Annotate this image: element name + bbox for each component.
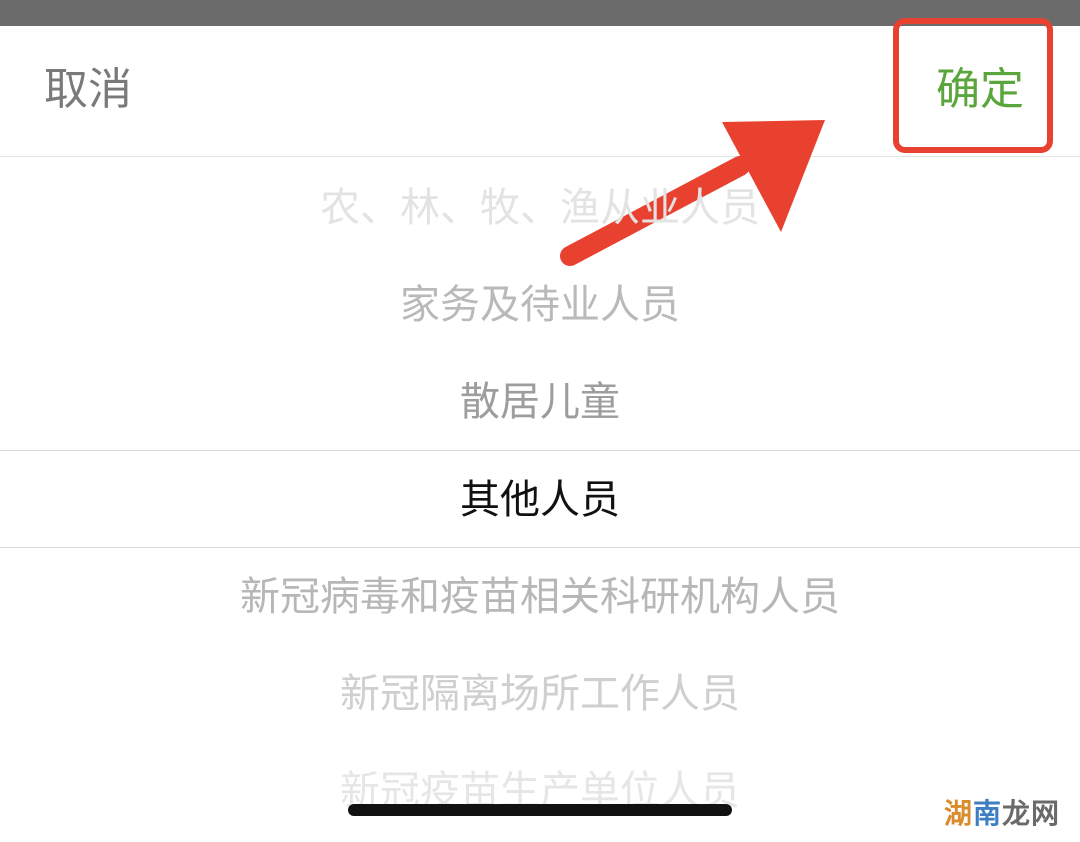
picker-option[interactable]: 农、林、牧、渔从业人员 [0, 180, 1080, 236]
watermark-logo: 湖南龙网 [944, 796, 1060, 832]
selection-divider-top [0, 450, 1080, 451]
watermark-part: 湖 [944, 797, 974, 830]
watermark-part: 龙网 [1002, 797, 1061, 830]
cancel-button[interactable]: 取消 [44, 62, 132, 118]
picker-option[interactable]: 新冠病毒和疫苗相关科研机构人员 [0, 569, 1080, 625]
confirm-button[interactable]: 确定 [936, 62, 1024, 118]
picker-option[interactable]: 散居儿童 [0, 374, 1080, 430]
watermark-part: 南 [973, 797, 1003, 830]
selection-divider-bottom [0, 547, 1080, 548]
occupation-picker-wheel[interactable]: 农、林、牧、渔从业人员 家务及待业人员 散居儿童 其他人员 新冠病毒和疫苗相关科… [0, 156, 1080, 842]
picker-option[interactable]: 新冠隔离场所工作人员 [0, 666, 1080, 722]
home-indicator [348, 804, 732, 816]
picker-option-selected[interactable]: 其他人员 [0, 472, 1080, 528]
picker-option[interactable]: 家务及待业人员 [0, 277, 1080, 333]
screen: 取消 确定 农、林、牧、渔从业人员 家务及待业人员 散居儿童 其他人员 新冠病毒… [0, 0, 1080, 842]
dimmed-background-overlay [0, 0, 1080, 26]
picker-toolbar: 取消 确定 [0, 18, 1080, 266]
occupation-picker-sheet: 取消 确定 农、林、牧、渔从业人员 家务及待业人员 散居儿童 其他人员 新冠病毒… [0, 18, 1080, 842]
